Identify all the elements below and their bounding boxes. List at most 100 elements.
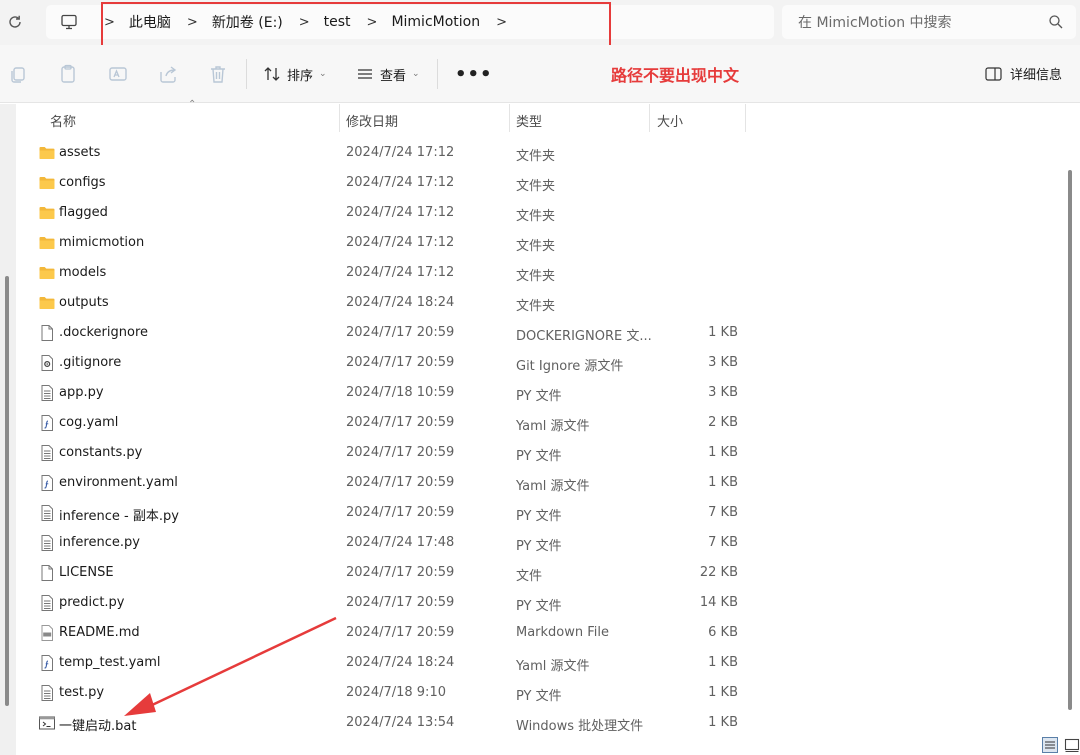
file-name: app.py	[59, 385, 104, 400]
file-type: 文件夹	[516, 179, 556, 194]
file-name: 一键启动.bat	[59, 719, 137, 734]
file-row[interactable]: assets 2024/7/24 17:12 文件夹	[16, 138, 1056, 168]
search-placeholder: 在 MimicMotion 中搜索	[798, 15, 952, 31]
details-label: 详细信息	[1009, 68, 1062, 83]
file-type: Git Ignore 源文件	[516, 359, 624, 374]
file-row[interactable]: configs 2024/7/24 17:12 文件夹	[16, 168, 1056, 198]
file-name: inference - 副本.py	[59, 509, 179, 524]
annotation-note: 路径不要出现中文	[611, 66, 740, 85]
file-date: 2024/7/17 20:59	[346, 595, 455, 610]
search-input[interactable]: 在 MimicMotion 中搜索	[782, 5, 1076, 39]
file-row[interactable]: environment.yaml 2024/7/17 20:59 Yaml 源文件 1…	[16, 468, 1056, 498]
file-date: 2024/7/24 17:12	[346, 205, 455, 220]
file-row[interactable]: predict.py 2024/7/17 20:59 PY 文件 14 KB	[16, 588, 1056, 618]
delete-icon[interactable]	[207, 63, 229, 85]
file-size: 1 KB	[708, 325, 738, 340]
chevron-right-icon: >	[104, 14, 115, 30]
file-name: .gitignore	[59, 355, 122, 370]
column-header-type[interactable]: 类型	[516, 111, 542, 130]
file-type: 文件	[516, 569, 543, 584]
file-date: 2024/7/24 17:48	[346, 535, 455, 550]
file-name: README.md	[59, 625, 140, 640]
more-options-button[interactable]: •••	[455, 64, 493, 85]
file-row[interactable]: mimicmotion 2024/7/24 17:12 文件夹	[16, 228, 1056, 258]
file-row[interactable]: .gitignore 2024/7/17 20:59 Git Ignore 源文件 3…	[16, 348, 1056, 378]
file-size: 22 KB	[699, 565, 738, 580]
vertical-scrollbar[interactable]	[1066, 170, 1074, 730]
this-pc-icon	[60, 13, 78, 31]
details-view-icon[interactable]	[1042, 737, 1058, 753]
file-row[interactable]: outputs 2024/7/24 18:24 文件夹	[16, 288, 1056, 318]
breadcrumb-test[interactable]: test	[324, 14, 351, 30]
file-name: test.py	[59, 685, 105, 700]
breadcrumb-this-pc[interactable]: 此电脑	[129, 12, 171, 32]
file-row[interactable]: .dockerignore 2024/7/17 20:59 DOCKERIGNORE…	[16, 318, 1056, 348]
file-type: PY 文件	[516, 389, 562, 404]
share-icon[interactable]	[157, 63, 179, 85]
file-row[interactable]: 一键启动.bat 2024/7/24 13:54 Windows 批处理文件 1 KB	[16, 708, 1056, 738]
column-header-size[interactable]: 大小	[657, 111, 683, 130]
column-header: ⌃ 名称 修改日期 类型 大小	[16, 99, 1056, 134]
file-row[interactable]: flagged 2024/7/24 17:12 文件夹	[16, 198, 1056, 228]
file-date: 2024/7/24 17:12	[346, 145, 455, 160]
column-divider[interactable]	[745, 104, 746, 132]
file-size: 6 KB	[708, 625, 738, 640]
column-divider[interactable]	[649, 104, 650, 132]
column-divider[interactable]	[339, 104, 340, 132]
file-row[interactable]: app.py 2024/7/18 10:59 PY 文件 3 KB	[16, 378, 1056, 408]
scrollbar-thumb[interactable]	[1068, 170, 1072, 710]
column-header-name[interactable]: 名称	[50, 111, 76, 130]
paste-icon[interactable]	[57, 63, 79, 85]
sort-button[interactable]: 排序 ⌄	[263, 63, 327, 85]
tiles-view-icon[interactable]	[1064, 737, 1080, 753]
text-file-icon	[38, 534, 56, 552]
blank-file-icon	[38, 564, 56, 582]
file-type: 文件夹	[516, 239, 556, 254]
file-row[interactable]: test.py 2024/7/18 9:10 PY 文件 1 KB	[16, 678, 1056, 708]
file-row[interactable]: inference - 副本.py 2024/7/17 20:59 PY 文件 7 K…	[16, 498, 1056, 528]
file-size: 1 KB	[708, 685, 738, 700]
file-name: inference.py	[59, 535, 140, 550]
file-date: 2024/7/24 17:12	[346, 175, 455, 190]
column-divider[interactable]	[509, 104, 510, 132]
column-header-date[interactable]: 修改日期	[346, 111, 398, 130]
copy-icon[interactable]	[7, 63, 29, 85]
file-date: 2024/7/24 18:24	[346, 295, 455, 310]
chevron-right-icon[interactable]: >	[187, 15, 198, 30]
file-name: assets	[59, 145, 101, 160]
file-row[interactable]: models 2024/7/24 17:12 文件夹	[16, 258, 1056, 288]
file-row[interactable]: README.md 2024/7/17 20:59 Markdown File 6 K…	[16, 618, 1056, 648]
sort-icon	[264, 67, 280, 81]
file-size: 1 KB	[708, 445, 738, 460]
details-pane-button[interactable]: 详细信息	[985, 64, 1062, 83]
chevron-right-icon[interactable]: >	[496, 15, 507, 30]
rename-icon[interactable]	[107, 63, 129, 85]
file-row[interactable]: LICENSE 2024/7/17 20:59 文件 22 KB	[16, 558, 1056, 588]
script-file-icon	[38, 414, 56, 432]
file-row[interactable]: inference.py 2024/7/24 17:48 PY 文件 7 KB	[16, 528, 1056, 558]
file-row[interactable]: constants.py 2024/7/17 20:59 PY 文件 1 KB	[16, 438, 1056, 468]
file-date: 2024/7/24 17:12	[346, 235, 455, 250]
file-type: Windows 批处理文件	[516, 719, 644, 734]
file-date: 2024/7/17 20:59	[346, 625, 455, 640]
chevron-right-icon[interactable]: >	[299, 15, 310, 30]
text-file-icon	[38, 684, 56, 702]
blank-file-icon	[38, 324, 56, 342]
chevron-right-icon[interactable]: >	[367, 15, 378, 30]
file-row[interactable]: temp_test.yaml 2024/7/24 18:24 Yaml 源文件 1 K…	[16, 648, 1056, 678]
file-date: 2024/7/24 17:12	[346, 265, 455, 280]
breadcrumb-mimicmotion[interactable]: MimicMotion	[391, 14, 480, 30]
breadcrumb-drive-e[interactable]: 新加卷 (E:)	[212, 12, 283, 32]
file-type: PY 文件	[516, 689, 562, 704]
file-type: 文件夹	[516, 269, 556, 284]
view-button[interactable]: 查看 ⌄	[356, 63, 420, 85]
sort-label: 排序	[287, 68, 314, 84]
file-name: environment.yaml	[59, 475, 178, 490]
refresh-icon[interactable]	[4, 11, 26, 33]
file-size: 7 KB	[708, 535, 738, 550]
file-row[interactable]: cog.yaml 2024/7/17 20:59 Yaml 源文件 2 KB	[16, 408, 1056, 438]
file-name: models	[59, 265, 107, 280]
view-list-icon	[358, 69, 372, 79]
address-bar[interactable]: > 此电脑 > 新加卷 (E:) > test > MimicMotion >	[46, 5, 774, 39]
nav-scrollbar[interactable]	[5, 276, 9, 706]
